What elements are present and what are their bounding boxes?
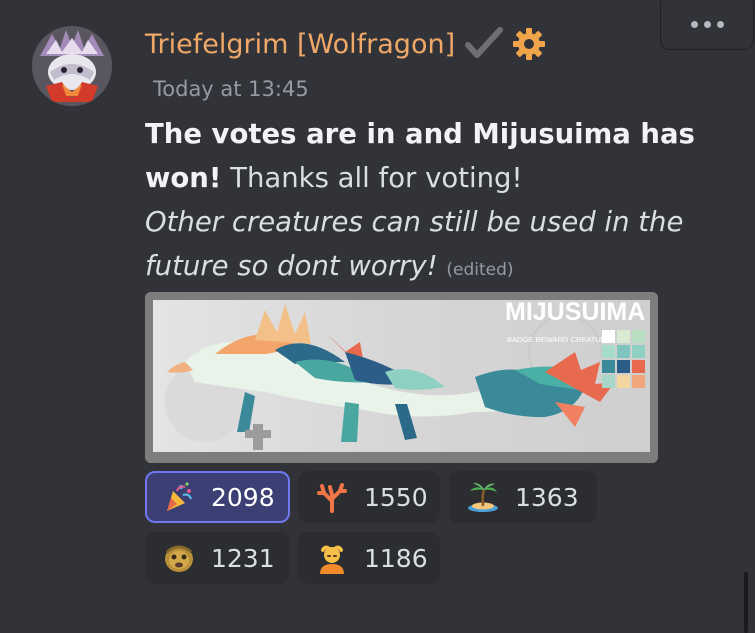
reaction-face[interactable]: 1231 [145,532,290,584]
palette-swatch [617,375,630,388]
palette-swatch [632,330,645,343]
edited-label: (edited) [446,260,514,280]
palette-swatch [632,360,645,373]
message-italic-text: Other creatures can still be used in the… [145,206,684,282]
scrollbar[interactable] [744,572,748,633]
reaction-coral[interactable]: 1550 [298,471,440,523]
desert-island-icon [467,481,499,513]
timestamp: Today at 13:45 [153,77,309,101]
party-popper-icon [163,481,195,513]
palette-swatch [632,375,645,388]
reaction-person[interactable]: 1186 [298,532,440,584]
palette-swatch [617,360,630,373]
attachment-title: MIJUSUIMA [505,298,645,326]
palette-swatch [632,345,645,358]
reaction-count: 1363 [515,482,579,512]
author-name[interactable]: Triefelgrim [Wolfragon] [145,29,455,60]
reaction-count: 2098 [211,482,275,512]
gear-icon [511,26,547,62]
message-content: The votes are in and Mijusuima has won! … [145,112,705,292]
more-icon [690,20,724,28]
more-options-button[interactable] [660,0,754,50]
reaction-desert-island[interactable]: 1363 [449,471,597,523]
palette-swatch [617,345,630,358]
palette-swatch [602,345,615,358]
reaction-count: 1231 [211,543,275,573]
face-icon [163,542,195,574]
reaction-count: 1186 [364,543,428,573]
palette-swatch [602,360,615,373]
palette-swatch [617,330,630,343]
coral-icon [316,481,348,513]
palette-swatch [602,330,615,343]
checkmark-icon [465,27,504,61]
avatar[interactable] [32,26,112,106]
reaction-count: 1550 [364,482,428,512]
palette-swatch [602,375,615,388]
message-view: Triefelgrim [Wolfragon] Today at 13:45 T… [0,0,755,633]
person-icon [316,542,348,574]
image-attachment[interactable]: MIJUSUIMA BADGE REWARD CREATURE [145,292,658,463]
message-plain-text: Thanks all for voting! [221,162,523,194]
attachment-subtitle: BADGE REWARD CREATURE [507,335,611,344]
message-header: Triefelgrim [Wolfragon] [145,24,547,64]
reaction-party-popper[interactable]: 2098 [145,471,290,523]
